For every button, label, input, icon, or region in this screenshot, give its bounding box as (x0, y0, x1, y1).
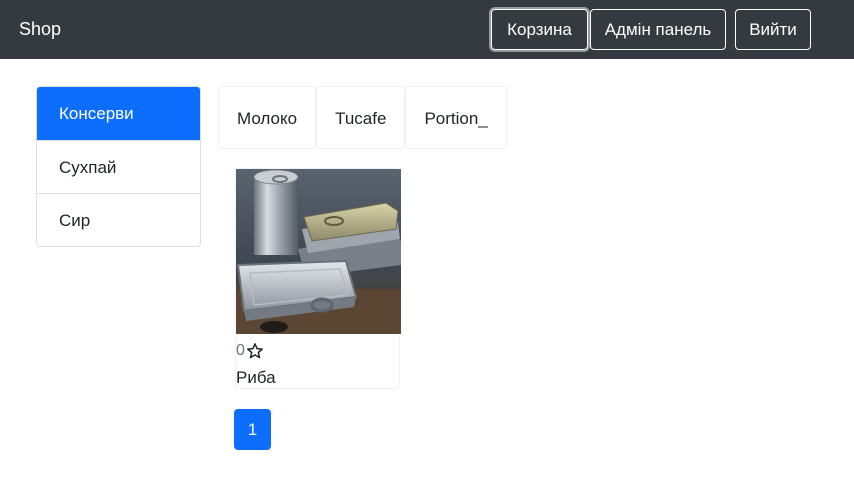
type-item-sukhpai[interactable]: Сухпай (37, 140, 200, 193)
brand-card-moloko[interactable]: Молоко (218, 86, 317, 149)
brand-link[interactable]: Shop (19, 18, 61, 40)
page-item-1[interactable]: 1 (234, 409, 271, 450)
brand-bar: Молоко Tucafe Portion_ (218, 86, 507, 149)
rating-value: 0 (236, 342, 245, 359)
type-item-konservy[interactable]: Консерви (37, 87, 200, 140)
pagination: 1 (234, 409, 271, 450)
cart-button[interactable]: Корзина (491, 9, 588, 50)
type-list: Консерви Сухпай Сир (36, 86, 201, 247)
brand-card-portion[interactable]: Portion_ (405, 86, 507, 149)
logout-button[interactable]: Вийти (735, 9, 811, 50)
rating-row: 0 (236, 341, 264, 361)
type-item-syr[interactable]: Сир (37, 193, 200, 246)
admin-panel-button[interactable]: Адмін панель (590, 9, 726, 50)
device-image[interactable] (236, 169, 401, 334)
device-card[interactable]: 0 Риба (235, 168, 401, 389)
navbar: Shop Корзина Адмін панель Вийти (0, 0, 854, 59)
brand-card-tucafe[interactable]: Tucafe (316, 86, 406, 149)
star-icon (246, 343, 263, 359)
device-name: Риба (236, 368, 276, 387)
